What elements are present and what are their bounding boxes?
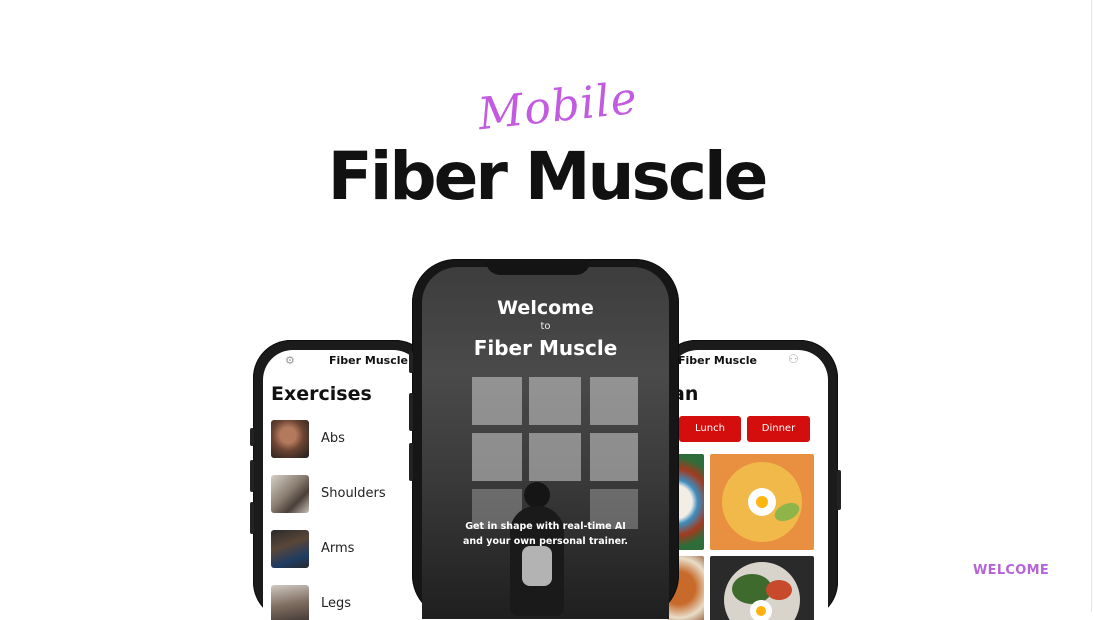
phone-exercises: ⚙ Fiber Muscle Exercises Abs Shoulders A…	[250, 340, 433, 620]
phone-side-button	[250, 460, 254, 492]
meal-tab-lunch[interactable]: Lunch	[679, 416, 741, 442]
gear-icon[interactable]: ⚙	[285, 354, 295, 367]
egg-yolk-shape	[756, 496, 768, 508]
window-pane	[590, 433, 638, 481]
shirt-shape	[522, 546, 552, 586]
exercise-thumbnail	[271, 585, 309, 620]
phone-welcome: Welcome to Fiber Muscle Get in shape wit…	[409, 259, 679, 619]
exercises-screen: ⚙ Fiber Muscle Exercises Abs Shoulders A…	[263, 350, 423, 620]
page-edge-divider	[1091, 0, 1092, 612]
exercise-thumbnail	[271, 420, 309, 458]
screen-title: Exercises	[271, 383, 372, 405]
exercise-item-arms[interactable]: Arms	[271, 530, 423, 568]
app-header: Fiber Muscle ⚇	[668, 352, 828, 370]
welcome-to: to	[540, 321, 551, 332]
app-brand: Fiber Muscle	[678, 354, 757, 367]
meal-tab-dinner[interactable]: Dinner	[747, 416, 810, 442]
app-brand: Fiber Muscle	[329, 354, 408, 367]
head-shape	[524, 482, 550, 508]
app-header: ⚙ Fiber Muscle	[263, 354, 423, 370]
window-pane	[529, 377, 581, 425]
tagline-line: and your own personal trainer.	[462, 536, 629, 547]
tomato-shape	[766, 580, 792, 600]
exercise-label: Shoulders	[321, 486, 386, 501]
welcome-heading: Welcome	[497, 297, 594, 319]
exercise-thumbnail	[271, 475, 309, 513]
phone-side-button	[837, 470, 841, 510]
phone-side-button	[250, 428, 254, 446]
food-image[interactable]	[710, 556, 814, 620]
meal-plan-screen: Fiber Muscle ⚇ an Lunch Dinner	[668, 350, 828, 620]
window-pane	[590, 377, 638, 425]
phone-side-button	[409, 443, 413, 481]
exercise-label: Abs	[321, 431, 345, 446]
phone-notch	[486, 259, 590, 275]
phone-side-button	[409, 393, 413, 431]
window-pane	[529, 433, 581, 481]
tagline: Get in shape with real-time AI and your …	[442, 519, 649, 549]
welcome-screen: Welcome to Fiber Muscle Get in shape wit…	[422, 267, 669, 619]
phone-meal-plan: Fiber Muscle ⚇ an Lunch Dinner	[658, 340, 841, 620]
exercise-item-legs[interactable]: Legs	[271, 585, 423, 620]
exercise-label: Legs	[321, 596, 352, 611]
exercise-thumbnail	[271, 530, 309, 568]
window-pane	[472, 433, 522, 481]
window-pane	[472, 377, 522, 425]
app-brand: Fiber Muscle	[473, 336, 618, 360]
page-title: Fiber Muscle	[327, 138, 769, 215]
script-subtitle: Mobile	[475, 72, 641, 141]
exercise-item-abs[interactable]: Abs	[271, 420, 423, 458]
phone-side-button	[250, 502, 254, 534]
welcome-label: WELCOME	[973, 563, 1050, 578]
exercise-label: Arms	[321, 541, 355, 556]
phone-side-button	[409, 351, 413, 373]
tagline-line: Get in shape with real-time AI	[465, 521, 626, 532]
egg-yolk-shape	[756, 606, 766, 616]
food-image[interactable]	[710, 454, 814, 550]
athlete-silhouette	[502, 482, 572, 619]
user-icon[interactable]: ⚇	[788, 352, 799, 366]
exercise-item-shoulders[interactable]: Shoulders	[271, 475, 423, 513]
